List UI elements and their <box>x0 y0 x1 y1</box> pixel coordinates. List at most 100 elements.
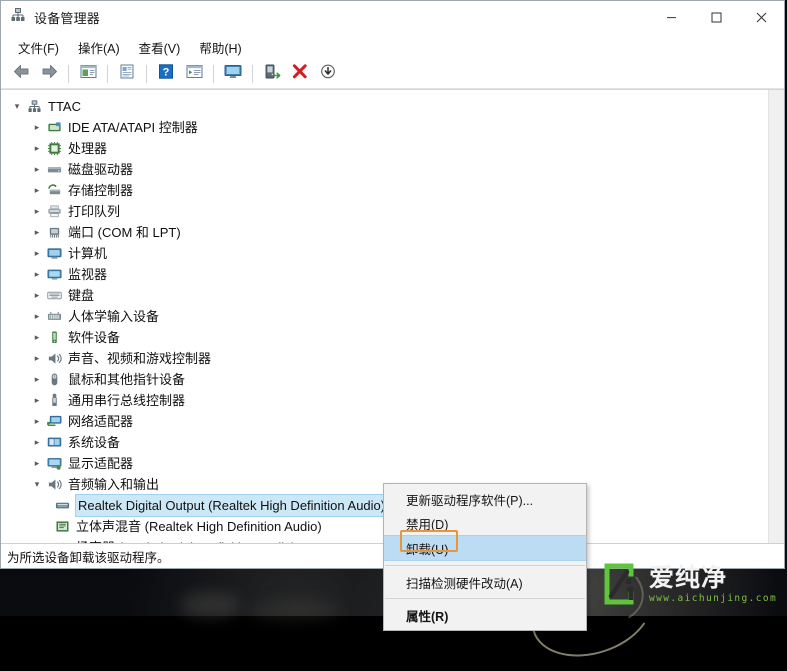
chevron-right-icon[interactable]: ▸ <box>29 269 45 280</box>
toolbar-separator <box>213 65 214 83</box>
ctx-uninstall[interactable]: 卸载(U) <box>384 535 586 561</box>
tree-node-label: 处理器 <box>68 141 108 156</box>
update-driver-icon <box>264 64 281 84</box>
tree-node-label: 存储控制器 <box>68 183 134 198</box>
chevron-right-icon[interactable]: ▸ <box>29 290 45 301</box>
tree-node-keyboards[interactable]: ▸ 键盘 <box>1 285 784 306</box>
toolbar-separator <box>146 65 147 83</box>
menu-file[interactable]: 文件(F) <box>10 35 68 60</box>
chevron-down-icon[interactable]: ▾ <box>9 101 25 112</box>
tree-node-monitors[interactable]: ▸ 监视器 <box>1 264 784 285</box>
tree-node-label: IDE ATA/ATAPI 控制器 <box>68 120 198 135</box>
tree-node-processors[interactable]: ▸ 处理器 <box>1 138 784 159</box>
display-monitor-icon <box>45 267 63 282</box>
chevron-right-icon[interactable]: ▸ <box>29 206 45 217</box>
watermark-url: www.aichunjing.com <box>649 592 778 604</box>
chevron-right-icon[interactable]: ▸ <box>29 248 45 259</box>
update-driver-button[interactable] <box>259 62 285 86</box>
tree-node-label: 打印队列 <box>68 204 121 219</box>
menu-view[interactable]: 查看(V) <box>131 35 190 60</box>
ctx-separator-2 <box>385 598 585 599</box>
tree-node-software-devices[interactable]: ▸ 软件设备 <box>1 327 784 348</box>
tree-node-usb-controllers[interactable]: ▸ 通用串行总线控制器 <box>1 390 784 411</box>
chevron-right-icon[interactable]: ▸ <box>29 416 45 427</box>
storage-controller-icon <box>45 183 63 198</box>
chevron-right-icon[interactable]: ▸ <box>29 374 45 385</box>
chevron-right-icon[interactable]: ▸ <box>29 164 45 175</box>
chevron-right-icon[interactable]: ▸ <box>29 332 45 343</box>
ctx-update-driver[interactable]: 更新驱动程序软件(P)... <box>384 487 586 511</box>
wallpaper-blob <box>250 600 340 620</box>
chevron-right-icon[interactable]: ▸ <box>29 143 45 154</box>
properties-button[interactable] <box>114 62 140 86</box>
disable-device-button[interactable] <box>315 62 341 86</box>
ctx-disable[interactable]: 禁用(D) <box>384 511 586 535</box>
tree-node-label: 网络适配器 <box>68 414 134 429</box>
minimize-button[interactable] <box>649 1 694 34</box>
chevron-right-icon[interactable]: ▸ <box>29 185 45 196</box>
help-button[interactable]: ? <box>153 62 179 86</box>
menu-action[interactable]: 操作(A) <box>70 35 129 60</box>
ctx-scan-hardware-changes[interactable]: 扫描检测硬件改动(A) <box>384 570 586 594</box>
chevron-down-icon[interactable]: ▾ <box>29 479 45 490</box>
show-hide-action-pane-button[interactable] <box>181 62 207 86</box>
keyboard-icon <box>45 288 63 303</box>
ports-icon <box>45 225 63 240</box>
tree-node-label: 立体声混音 (Realtek High Definition Audio) <box>76 519 322 534</box>
monitor-icon <box>224 64 242 84</box>
tree-node-label: 显示适配器 <box>68 456 134 471</box>
chevron-right-icon[interactable]: ▸ <box>29 458 45 469</box>
back-button[interactable] <box>8 62 34 86</box>
chevron-right-icon[interactable]: ▸ <box>29 227 45 238</box>
menu-bar: 文件(F) 操作(A) 查看(V) 帮助(H) <box>1 34 784 60</box>
show-hide-console-tree-button[interactable] <box>75 62 101 86</box>
tree-node-ide-controllers[interactable]: ▸ IDE ATA/ATAPI 控制器 <box>1 117 784 138</box>
chevron-right-icon[interactable]: ▸ <box>29 311 45 322</box>
chevron-right-icon[interactable]: ▸ <box>29 122 45 133</box>
action-pane-icon <box>186 64 203 84</box>
hid-icon <box>45 309 63 324</box>
down-arrow-circle-icon <box>320 64 336 84</box>
chevron-right-icon[interactable]: ▸ <box>29 353 45 364</box>
tree-node-ports[interactable]: ▸ 端口 (COM 和 LPT) <box>1 222 784 243</box>
chevron-right-icon[interactable]: ▸ <box>29 437 45 448</box>
tree-node-label: 端口 (COM 和 LPT) <box>68 225 181 240</box>
tree-node-network-adapters[interactable]: ▸ 网络适配器 <box>1 411 784 432</box>
tree-node-sound-video-game[interactable]: ▸ 声音、视频和游戏控制器 <box>1 348 784 369</box>
processor-icon <box>45 141 63 156</box>
tree-node-storage-controllers[interactable]: ▸ 存储控制器 <box>1 180 784 201</box>
tree-node-mice[interactable]: ▸ 鼠标和其他指针设备 <box>1 369 784 390</box>
status-bar-text: 为所选设备卸载该驱动程序。 <box>7 550 170 565</box>
tree-node-display-adapters[interactable]: ▸ 显示适配器 <box>1 453 784 474</box>
window-controls <box>649 1 784 34</box>
tree-node-system-devices[interactable]: ▸ 系统设备 <box>1 432 784 453</box>
tree-node-print-queues[interactable]: ▸ 打印队列 <box>1 201 784 222</box>
svg-text:?: ? <box>163 66 170 78</box>
back-arrow-icon <box>13 64 30 84</box>
chevron-right-icon[interactable]: ▸ <box>29 395 45 406</box>
device-tree-pane[interactable]: ▾ TTAC ▸ IDE ATA/ATAPI 控制器 ▸ 处理器 ▸ 磁盘驱动器… <box>1 89 784 543</box>
scan-hardware-changes-button[interactable] <box>220 62 246 86</box>
display-adapter-icon <box>45 456 63 471</box>
vertical-scrollbar[interactable] <box>768 90 784 543</box>
tree-node-label: 计算机 <box>68 246 108 261</box>
watermark-text: 爱纯净 www.aichunjing.com <box>649 565 777 604</box>
mouse-icon <box>45 372 63 387</box>
ctx-properties[interactable]: 属性(R) <box>384 603 586 627</box>
tree-node-computer[interactable]: ▸ 计算机 <box>1 243 784 264</box>
close-button[interactable] <box>739 1 784 34</box>
menu-help[interactable]: 帮助(H) <box>191 35 250 60</box>
maximize-button[interactable] <box>694 1 739 34</box>
tree-node-label: 鼠标和其他指针设备 <box>68 372 186 387</box>
tree-node-label: Realtek Digital Output (Realtek High Def… <box>74 494 389 517</box>
forward-button[interactable] <box>36 62 62 86</box>
uninstall-device-button[interactable] <box>287 62 313 86</box>
usb-controller-icon <box>45 393 63 408</box>
forward-arrow-icon <box>41 64 58 84</box>
tree-node-disk-drives[interactable]: ▸ 磁盘驱动器 <box>1 159 784 180</box>
tree-node-label: 声音、视频和游戏控制器 <box>68 351 212 366</box>
watermark: 爱纯净 www.aichunjing.com <box>597 562 777 606</box>
tree-node-hid[interactable]: ▸ 人体学输入设备 <box>1 306 784 327</box>
tree-node-root[interactable]: ▾ TTAC <box>1 96 784 117</box>
tree-node-label: 软件设备 <box>68 330 121 345</box>
